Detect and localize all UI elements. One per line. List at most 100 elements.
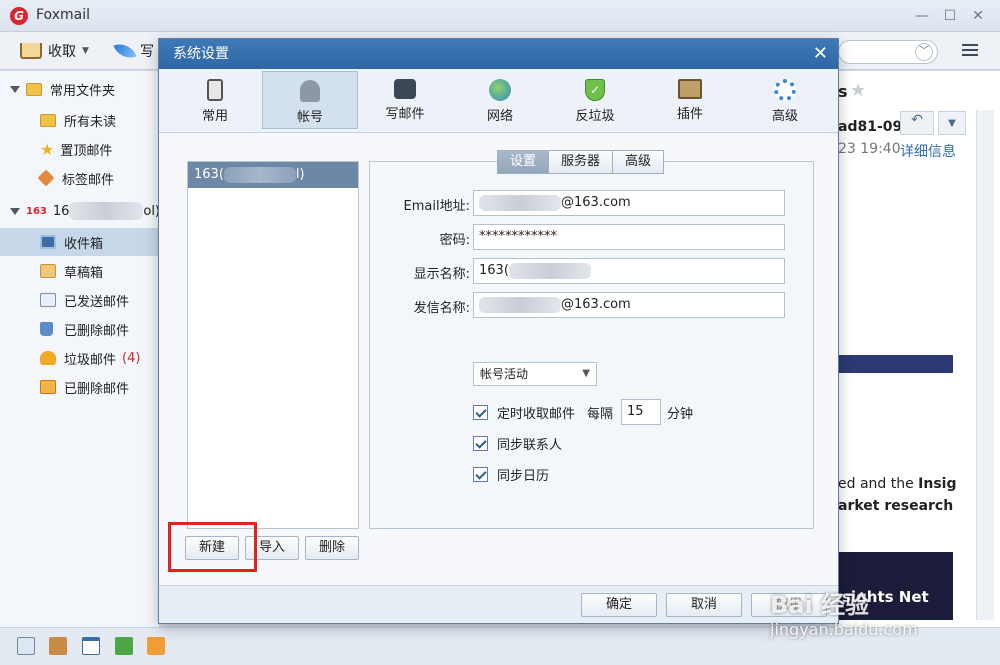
ok-button[interactable]: 确定 [581, 593, 657, 617]
tab-network[interactable]: 网络 [452, 71, 548, 129]
interval-unit: 分钟 [667, 406, 694, 422]
mail-body-bold: Insig [918, 476, 957, 492]
dialog-titlebar: 系统设置 ✕ [159, 39, 838, 69]
menu-icon[interactable] [962, 44, 978, 58]
star-icon[interactable]: ★ [850, 80, 866, 101]
sidebar-group-common[interactable]: 常用文件夹 [0, 75, 160, 103]
trash-icon [40, 322, 53, 336]
sidebar-item-deleted-2[interactable]: 已删除邮件 [0, 373, 160, 401]
sync-contacts-row: 同步联系人 [473, 434, 562, 453]
sidebar-account[interactable]: 163 16 ol) [0, 197, 160, 225]
calendar-icon[interactable] [82, 637, 100, 655]
details-link[interactable]: 详细信息 [900, 141, 956, 161]
contacts-icon[interactable] [49, 637, 67, 655]
sidebar-item-unread[interactable]: 所有未读 [0, 106, 160, 134]
junk-icon [40, 351, 56, 365]
mail-time: 23 19:40 [838, 141, 901, 157]
ink-bottle-icon [394, 79, 416, 99]
sidebar-item-drafts[interactable]: 草稿箱 [0, 257, 160, 285]
drafts-icon [40, 264, 56, 278]
folder-icon [40, 113, 56, 127]
dialog-title: 系统设置 [173, 46, 229, 62]
sidebar-item-deleted[interactable]: 已删除邮件 [0, 315, 160, 343]
write-button[interactable]: 写 [113, 39, 154, 63]
sync-contacts-label: 同步联系人 [497, 438, 563, 453]
close-icon[interactable]: ✕ [968, 6, 988, 26]
folder-icon [26, 82, 42, 96]
list-item[interactable]: 163(l) [188, 162, 358, 188]
tab-advanced[interactable]: 高级 [737, 71, 833, 129]
sidebar-item-pinned[interactable]: ★ 置顶邮件 [0, 135, 160, 163]
sidebar-item-label: 收件箱 [64, 236, 104, 252]
interval-input[interactable]: 15 [621, 399, 662, 425]
settings-tabs: 常用 帐号 写邮件 网络 ✓ 反垃圾 插件 高级 [159, 69, 838, 133]
sidebar-item-junk[interactable]: 垃圾邮件 (4) [0, 344, 160, 372]
chevron-down-icon[interactable]: ▼ [82, 46, 89, 56]
redacted-text [479, 296, 561, 313]
reading-pane-scrollbar[interactable] [976, 110, 994, 620]
chevron-down-icon[interactable] [10, 207, 20, 215]
recycle-icon [40, 380, 56, 394]
interval-prefix: 每隔 [587, 406, 614, 422]
account-label: 16 [52, 203, 70, 219]
star-icon: ★ [40, 139, 55, 159]
account-settings-panel: 设置 服务器 高级 Email地址: @163.com 密码: ********… [369, 150, 814, 529]
sync-calendar-checkbox[interactable] [473, 467, 488, 482]
auto-receive-row: 定时收取邮件 每隔 15 分钟 [473, 399, 693, 425]
password-field[interactable]: ************ [473, 224, 785, 250]
sync-contacts-checkbox[interactable] [473, 436, 488, 451]
reply-icon[interactable]: ↶ [900, 111, 934, 135]
tab-compose[interactable]: 写邮件 [357, 71, 453, 129]
cancel-button[interactable]: 取消 [666, 593, 742, 617]
sender-name-field[interactable]: @163.com [473, 292, 785, 318]
gear-icon [774, 79, 796, 101]
sidebar-item-label: 垃圾邮件 [64, 352, 117, 368]
sidebar-item-sent[interactable]: 已发送邮件 [0, 286, 160, 314]
tab-label: 常用 [201, 109, 228, 124]
subtab-advanced[interactable]: 高级 [612, 150, 665, 174]
auto-receive-label: 定时收取邮件 [497, 406, 576, 422]
account-status-select[interactable]: 帐号活动 ▼ [473, 362, 597, 386]
sidebar-item-label: 标签邮件 [62, 172, 115, 188]
display-name-field[interactable]: 163( [473, 258, 785, 284]
email-label: Email地址: [403, 199, 470, 214]
chevron-down-icon[interactable]: ﹀ [915, 43, 933, 61]
user-icon [300, 80, 320, 102]
close-icon[interactable]: ✕ [813, 39, 828, 69]
phone-icon [207, 79, 223, 101]
chevron-down-icon[interactable] [10, 85, 20, 93]
email-field[interactable]: @163.com [473, 190, 785, 216]
receive-label: 收取 [48, 44, 76, 60]
sidebar-item-label: 已发送邮件 [64, 294, 130, 310]
maximize-icon[interactable]: ☐ [940, 6, 960, 26]
chevron-down-icon[interactable]: ▼ [938, 111, 966, 135]
sidebar-item-tagged[interactable]: 标签邮件 [0, 164, 160, 192]
mail-icon[interactable] [17, 637, 35, 655]
tab-general[interactable]: 常用 [167, 71, 263, 129]
watermark-url: jingyan.baidu.com [770, 620, 918, 639]
mail-subject-fragment: s [838, 82, 848, 101]
display-name-label: 显示名称: [413, 267, 470, 282]
subtab-settings[interactable]: 设置 [497, 150, 550, 174]
dialog-footer: 确定 取消 应用 [159, 585, 838, 623]
account-status-value: 帐号活动 [480, 367, 529, 381]
tab-plugins[interactable]: 插件 [642, 71, 738, 129]
subtab-server[interactable]: 服务器 [548, 150, 614, 174]
globe-icon [489, 79, 511, 101]
redacted-text [508, 262, 591, 279]
search-input[interactable]: ﹀ [838, 40, 938, 64]
rss-icon[interactable] [147, 637, 165, 655]
tab-account[interactable]: 帐号 [262, 71, 358, 129]
receive-button[interactable]: 收取 ▼ [20, 40, 89, 62]
delete-button[interactable]: 删除 [305, 536, 359, 560]
notes-icon[interactable] [115, 637, 133, 655]
sidebar-item-label: 已删除邮件 [64, 323, 130, 339]
mail-body-text: ed and the [838, 476, 919, 492]
auto-receive-checkbox[interactable] [473, 404, 488, 420]
tab-antispam[interactable]: ✓ 反垃圾 [547, 71, 643, 129]
baidu-watermark: Bai 经验 jingyan.baidu.com [770, 585, 960, 645]
folder-sidebar: 常用文件夹 所有未读 ★ 置顶邮件 标签邮件 163 16 ol) 收件箱 草稿… [0, 71, 160, 627]
sidebar-item-inbox[interactable]: 收件箱 [0, 228, 160, 256]
junk-count-badge: (4) [122, 350, 141, 366]
minimize-icon[interactable]: — [912, 6, 932, 26]
